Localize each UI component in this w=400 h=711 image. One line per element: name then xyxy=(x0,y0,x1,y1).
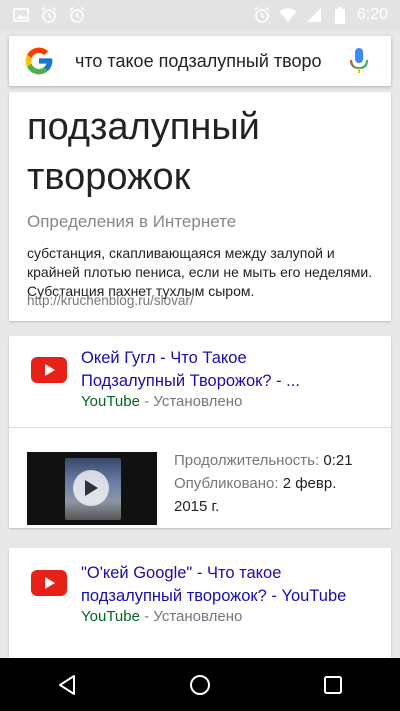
meta-separator: - xyxy=(139,393,154,410)
video-result-meta: YouTube - Установлено xyxy=(81,608,242,625)
status-bar: 6:20 xyxy=(0,0,400,30)
video-title-line[interactable]: Подзалупный Творожок? - ... xyxy=(81,370,381,393)
definition-card: подзалупный творожок Определения в Интер… xyxy=(9,92,391,321)
published-value: 2 февр. xyxy=(282,475,337,492)
meta-separator: - xyxy=(139,608,154,625)
definition-source-title: Определения в Интернете xyxy=(27,212,237,231)
app-status: Установлено xyxy=(153,393,243,410)
alarm-icon xyxy=(253,6,271,24)
duration-value: 0:21 xyxy=(323,452,353,469)
youtube-icon xyxy=(31,357,67,383)
video-title-line[interactable]: "О'кей Google" - Что такое xyxy=(81,562,381,585)
recents-icon xyxy=(324,675,343,694)
video-result-header[interactable]: Окей Гугл - Что Такое Подзалупный Творож… xyxy=(9,336,391,426)
search-input[interactable]: что такое подзалупный творо xyxy=(75,51,337,72)
navigation-bar xyxy=(0,658,400,711)
home-icon xyxy=(189,674,210,695)
video-result-card[interactable]: Окей Гугл - Что Такое Подзалупный Творож… xyxy=(9,336,391,528)
image-icon xyxy=(12,6,30,24)
video-thumbnail[interactable] xyxy=(27,452,157,525)
video-result-meta: YouTube - Установлено xyxy=(81,393,242,410)
signal-icon xyxy=(305,6,323,24)
video-result-title[interactable]: "О'кей Google" - Что такое подзалупный т… xyxy=(81,562,381,608)
published-label: Опубликовано: xyxy=(174,475,279,492)
back-button[interactable] xyxy=(37,658,97,711)
microphone-icon[interactable] xyxy=(347,47,371,75)
video-title-line[interactable]: подзалупный творожок? - YouTube xyxy=(81,585,381,608)
definition-word-line: творожок xyxy=(27,156,191,198)
back-icon xyxy=(58,674,75,695)
battery-icon xyxy=(331,6,349,24)
video-result-card[interactable]: "О'кей Google" - Что такое подзалупный т… xyxy=(9,548,391,658)
definition-word: подзалупный творожок xyxy=(27,102,260,202)
definition-url[interactable]: http://kruchenblog.ru/slovar/ xyxy=(27,293,194,308)
alarm-icon xyxy=(40,6,58,24)
video-source: YouTube xyxy=(81,608,140,625)
video-info: Продолжительность: 0:21 Опубликовано: 2 … xyxy=(174,449,384,518)
app-status: Установлено xyxy=(153,608,243,625)
play-icon[interactable] xyxy=(73,470,109,506)
search-bar[interactable]: что такое подзалупный творо xyxy=(9,36,391,86)
definition-word-line: подзалупный xyxy=(27,106,260,148)
alarm-icon xyxy=(68,6,86,24)
youtube-icon xyxy=(31,570,67,596)
published-value-year: 2015 г. xyxy=(174,498,220,515)
home-button[interactable] xyxy=(170,658,230,711)
video-result-header[interactable]: "О'кей Google" - Что такое подзалупный т… xyxy=(9,548,391,638)
duration-label: Продолжительность: xyxy=(174,452,320,469)
recents-button[interactable] xyxy=(303,658,363,711)
divider xyxy=(9,427,391,428)
google-g-icon[interactable] xyxy=(23,45,55,77)
wifi-icon xyxy=(279,6,297,24)
status-time: 6:20 xyxy=(356,6,388,23)
video-source: YouTube xyxy=(81,393,140,410)
video-result-title[interactable]: Окей Гугл - Что Такое Подзалупный Творож… xyxy=(81,347,381,393)
video-title-line[interactable]: Окей Гугл - Что Такое xyxy=(81,347,381,370)
